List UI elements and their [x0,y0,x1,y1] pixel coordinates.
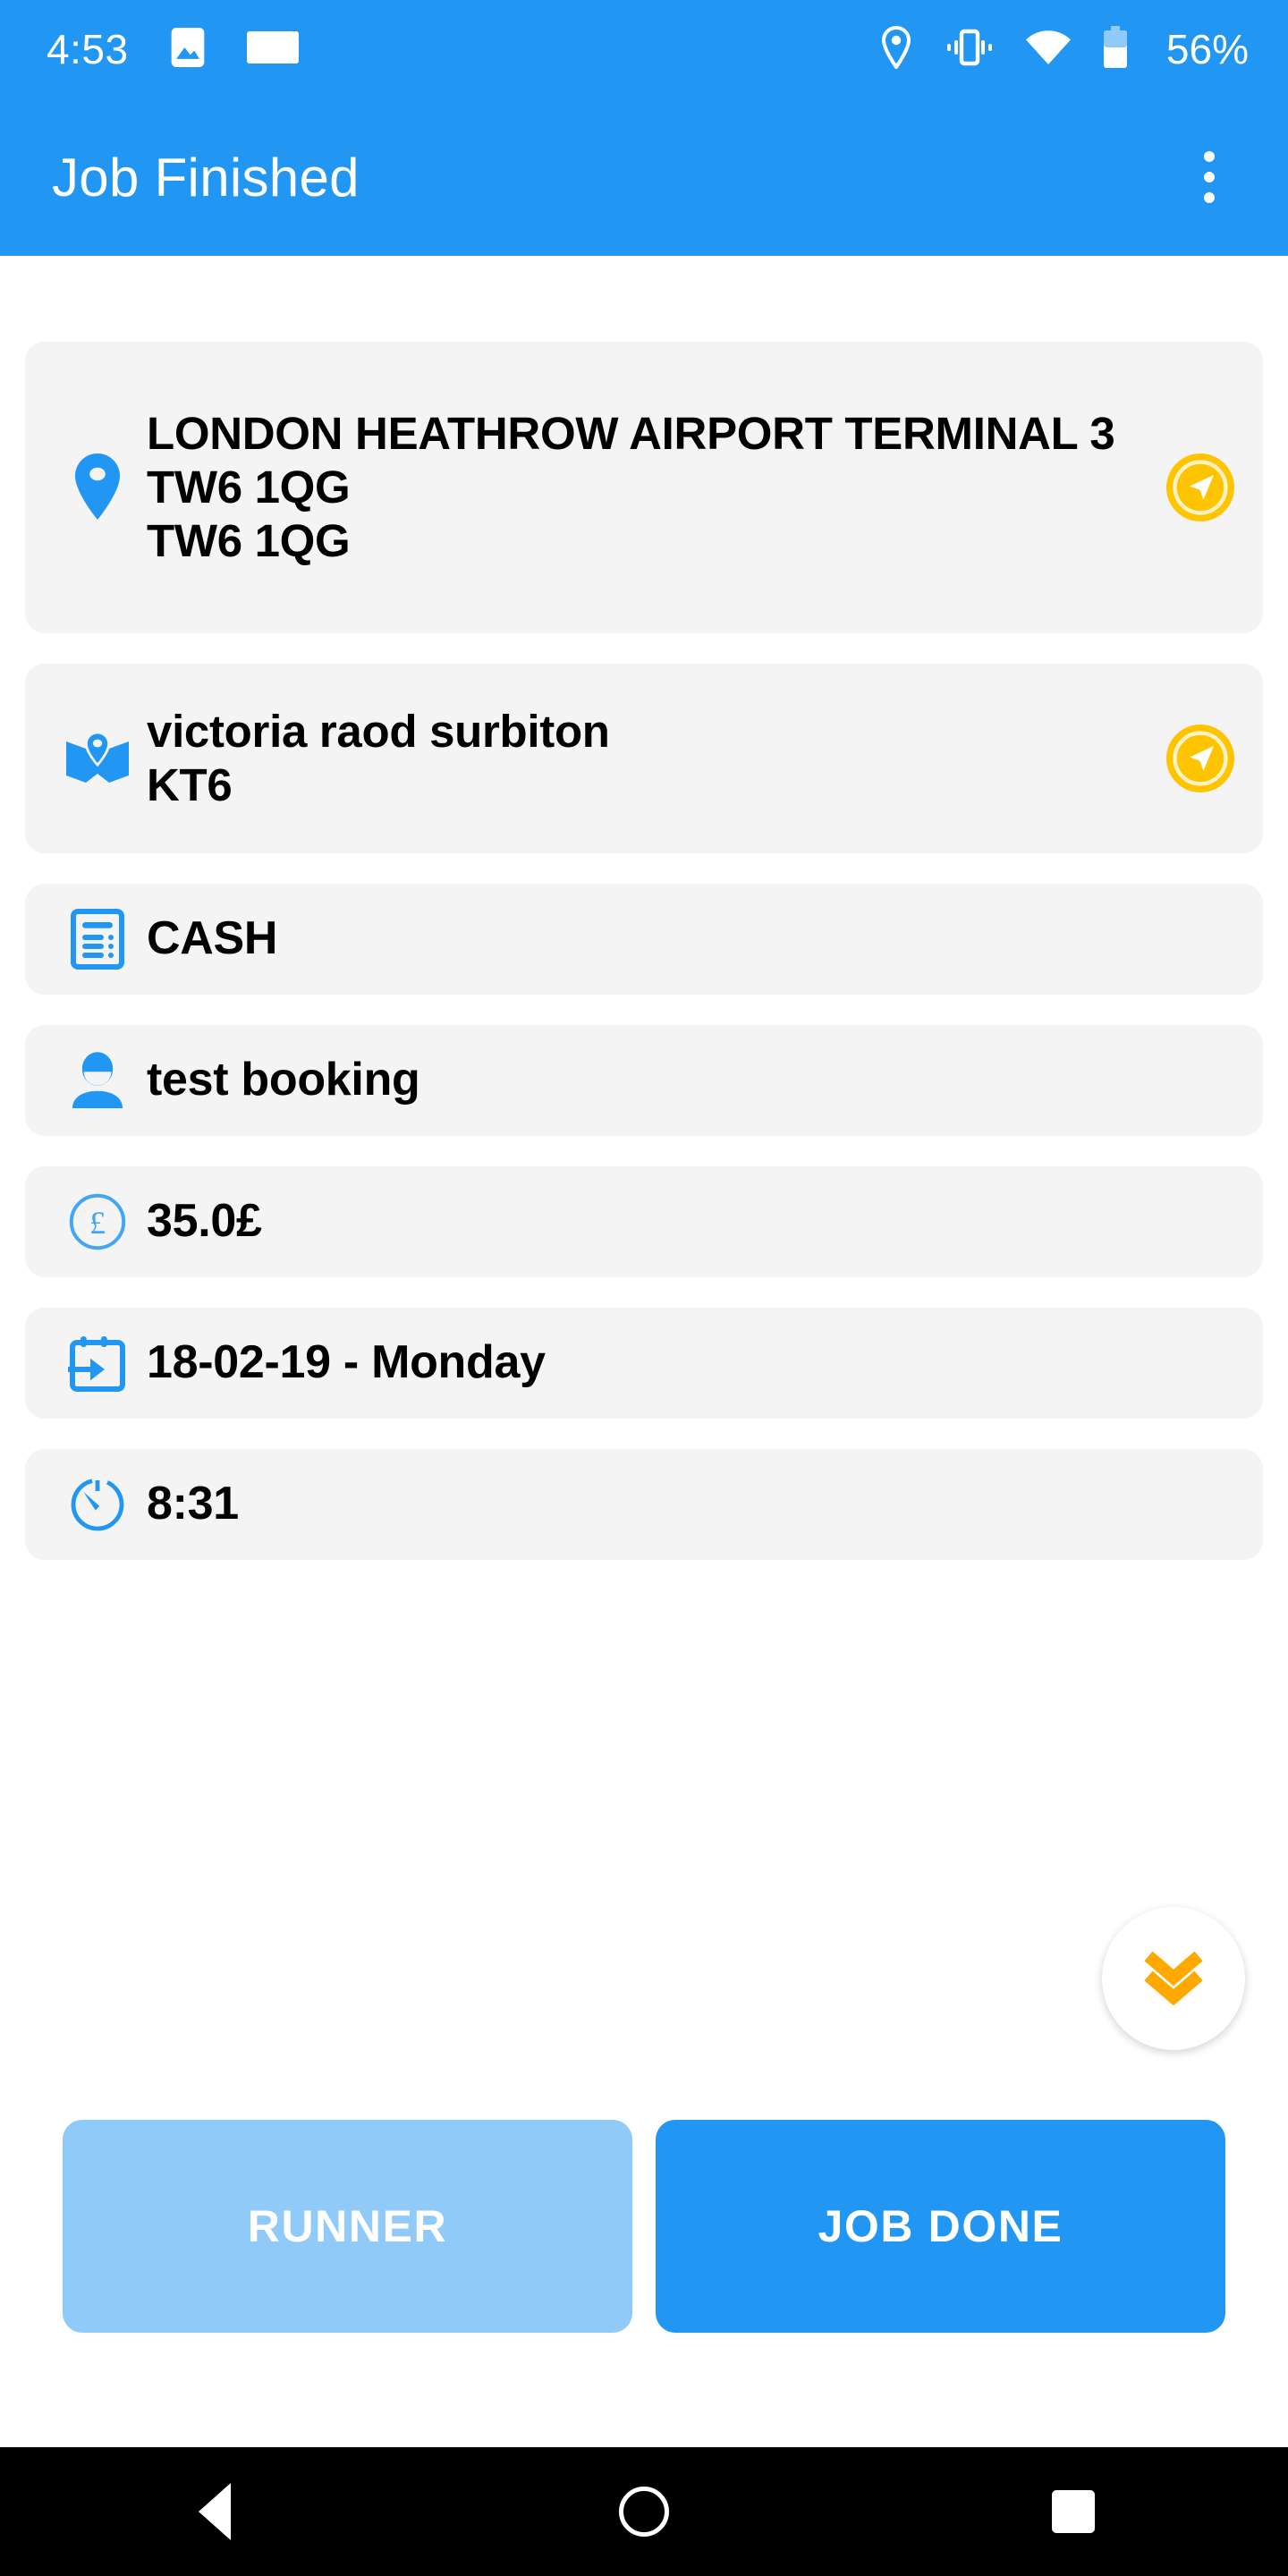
app-bar: Job Finished [0,98,1288,256]
payment-method-text: CASH [147,912,278,965]
job-done-button[interactable]: JOB DONE [656,2120,1225,2333]
android-navigation-bar [0,2447,1288,2576]
back-button[interactable] [143,2447,286,2576]
wifi-icon [1025,29,1072,71]
job-details-list[interactable]: LONDON HEATHROW AIRPORT TERMINAL 3 TW6 1… [0,256,1288,2080]
recents-button[interactable] [1002,2447,1145,2576]
page-title: Job Finished [52,147,360,208]
location-pin-icon [48,452,147,523]
fare-card[interactable]: £ 35.0£ [25,1166,1263,1277]
person-icon [48,1049,147,1112]
double-chevron-down-icon [1140,1945,1208,2012]
screenshot-icon [246,30,299,68]
fare-amount-text: 35.0£ [147,1195,262,1248]
date-text: 18-02-19 - Monday [147,1336,546,1389]
time-card[interactable]: 8:31 [25,1449,1263,1560]
home-button[interactable] [572,2447,716,2576]
battery-percent-label: 56% [1165,26,1249,72]
recents-square-icon [1052,2490,1095,2533]
status-bar-notifications [168,26,299,73]
stopwatch-icon [48,1475,147,1534]
pickup-address-text: LONDON HEATHROW AIRPORT TERMINAL 3 TW6 1… [147,407,1115,567]
battery-icon [1102,25,1129,73]
svg-text:£: £ [89,1205,106,1241]
receipt-icon [48,908,147,970]
status-bar-system-icons: 56% [878,25,1249,73]
location-icon [878,25,914,73]
navigate-icon[interactable] [1161,448,1240,527]
home-circle-icon [619,2487,669,2537]
passenger-card[interactable]: test booking [25,1025,1263,1136]
status-bar: 4:53 56% [0,0,1288,98]
time-text: 8:31 [147,1478,239,1530]
pound-circle-icon: £ [48,1192,147,1251]
pickup-address-card[interactable]: LONDON HEATHROW AIRPORT TERMINAL 3 TW6 1… [25,342,1263,633]
vibrate-icon [945,28,995,72]
dropoff-address-text: victoria raod surbiton KT6 [147,705,610,810]
runner-button[interactable]: RUNNER [63,2120,632,2333]
status-bar-clock: 4:53 [47,26,129,72]
calendar-arrow-icon [48,1334,147,1393]
back-triangle-icon [199,2483,231,2540]
passenger-name-text: test booking [147,1054,420,1106]
date-card[interactable]: 18-02-19 - Monday [25,1308,1263,1419]
navigate-icon[interactable] [1161,719,1240,798]
payment-method-card[interactable]: CASH [25,884,1263,995]
map-pin-icon [48,725,147,792]
image-icon [168,26,208,73]
app-screen: 4:53 56% Job Finished LONDON HEATHROW AI… [0,0,1288,2576]
dropoff-address-card[interactable]: victoria raod surbiton KT6 [25,664,1263,853]
action-button-bar: RUNNER JOB DONE [0,2080,1288,2372]
scroll-down-fab[interactable] [1102,1907,1245,2050]
overflow-menu-icon[interactable] [1166,134,1252,220]
